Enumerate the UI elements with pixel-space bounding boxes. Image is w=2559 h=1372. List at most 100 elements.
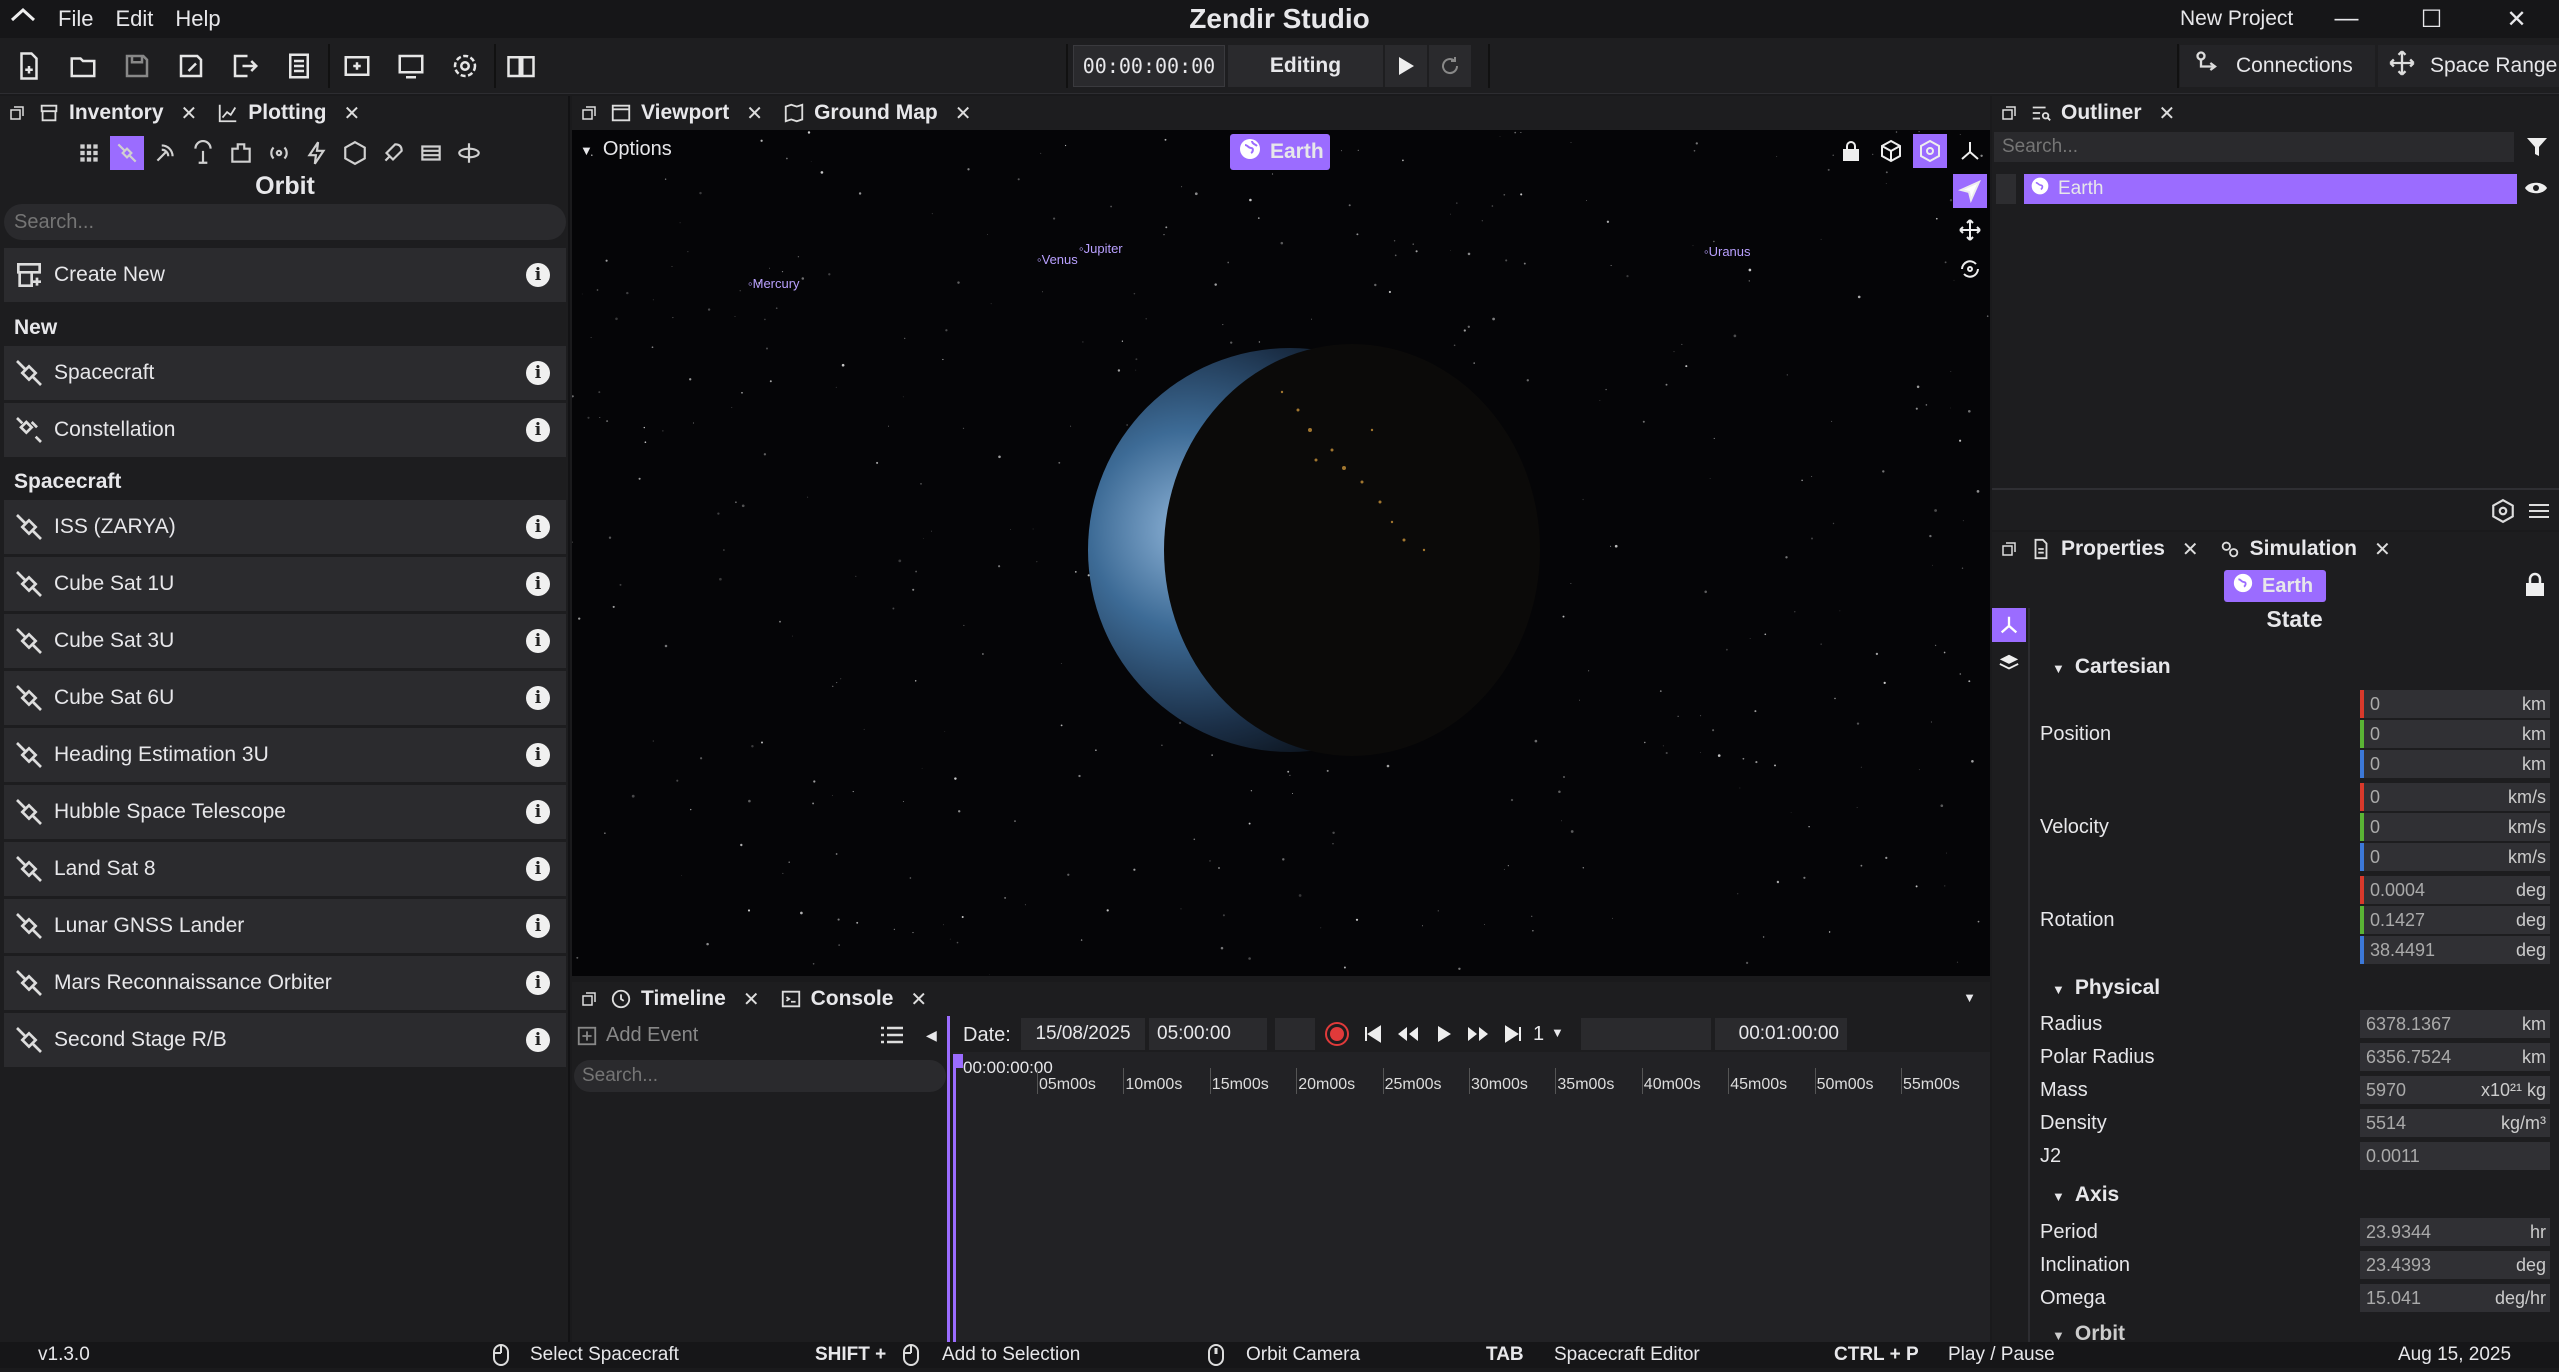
speed-value[interactable]: 1 — [1533, 1023, 1544, 1046]
panel-add-icon[interactable] — [6, 102, 28, 124]
reset-icon[interactable] — [1429, 45, 1471, 87]
tab-viewport[interactable]: Viewport ✕ — [600, 96, 773, 130]
hierarchy-settings-icon[interactable] — [2490, 498, 2516, 529]
new-file-icon[interactable] — [10, 47, 48, 85]
list-view-icon[interactable] — [879, 1024, 905, 1051]
cube-view-icon[interactable] — [1874, 134, 1908, 168]
position-x-field[interactable]: 0 km — [2360, 690, 2550, 718]
velocity-x-field[interactable]: 0 km/s — [2360, 783, 2550, 811]
inventory-item-constellation[interactable]: Constellation i — [4, 403, 566, 457]
tab-console[interactable]: Console ✕ — [770, 982, 938, 1016]
outliner-search-input[interactable] — [1994, 132, 2514, 162]
tab-simulation[interactable]: Simulation ✕ — [2209, 532, 2401, 566]
lock-icon[interactable] — [2524, 572, 2546, 603]
mode-indicator[interactable]: Editing — [1228, 45, 1383, 87]
duration-field[interactable]: 00:01:00:00 — [1715, 1018, 1847, 1050]
property-field[interactable]: 6378.1367 km — [2360, 1010, 2550, 1038]
camera-mode-icon[interactable] — [1913, 134, 1947, 168]
playhead[interactable] — [953, 1054, 956, 1342]
maximize-button[interactable]: ☐ — [2389, 0, 2474, 38]
outliner-item-earth[interactable]: Earth — [2024, 174, 2517, 204]
close-tab-icon[interactable]: ✕ — [955, 101, 972, 126]
filter-icon[interactable] — [2526, 136, 2548, 163]
section-axis[interactable]: ▼ Axis — [2052, 1183, 2119, 1207]
skip-start-icon[interactable] — [1363, 1024, 1383, 1049]
settings-gear-icon[interactable] — [446, 47, 484, 85]
info-icon[interactable]: i — [526, 857, 550, 881]
close-tab-icon[interactable]: ✕ — [2374, 537, 2391, 562]
monitor-icon[interactable] — [392, 47, 430, 85]
rocket-filter-icon[interactable] — [376, 136, 410, 170]
visibility-eye-icon[interactable] — [2524, 178, 2548, 203]
inventory-item-spacecraft-model[interactable]: Mars Reconnaissance Orbiter i — [4, 956, 566, 1010]
panel-menu-caret-icon[interactable]: ▼ — [1963, 990, 1976, 1005]
add-event-button[interactable]: Add Event — [576, 1024, 698, 1047]
navigate-icon[interactable] — [1953, 174, 1987, 208]
property-field[interactable]: 15.041 deg/hr — [2360, 1284, 2550, 1312]
inventory-item-spacecraft-model[interactable]: Cube Sat 1U i — [4, 557, 566, 611]
info-icon[interactable]: i — [526, 572, 550, 596]
close-tab-icon[interactable]: ✕ — [746, 101, 763, 126]
date-field[interactable]: 15/08/2025 — [1021, 1018, 1145, 1050]
info-icon[interactable]: i — [526, 361, 550, 385]
open-folder-icon[interactable] — [64, 47, 102, 85]
info-icon[interactable]: i — [526, 914, 550, 938]
orbit-filter-icon[interactable] — [452, 136, 486, 170]
rotation-z-field[interactable]: 38.4491 deg — [2360, 936, 2550, 964]
position-y-field[interactable]: 0 km — [2360, 720, 2550, 748]
panel-add-icon[interactable] — [578, 102, 600, 124]
close-tab-icon[interactable]: ✕ — [343, 101, 360, 126]
velocity-y-field[interactable]: 0 km/s — [2360, 813, 2550, 841]
record-icon[interactable] — [1323, 1020, 1351, 1048]
info-icon[interactable]: i — [526, 418, 550, 442]
info-icon[interactable]: i — [526, 743, 550, 767]
property-field[interactable]: 6356.7524 km — [2360, 1043, 2550, 1071]
section-cartesian[interactable]: ▼ Cartesian — [2052, 655, 2171, 679]
close-window-button[interactable]: ✕ — [2474, 0, 2559, 38]
panel-add-icon[interactable] — [578, 988, 600, 1010]
section-physical[interactable]: ▼ Physical — [2052, 976, 2160, 1000]
inventory-item-spacecraft-model[interactable]: Land Sat 8 i — [4, 842, 566, 896]
power-filter-icon[interactable] — [300, 136, 334, 170]
close-tab-icon[interactable]: ✕ — [743, 987, 760, 1012]
space-range-button[interactable]: Space Range — [2378, 45, 2559, 87]
grid-filter-icon[interactable] — [72, 136, 106, 170]
tab-ground-map[interactable]: Ground Map ✕ — [773, 96, 981, 130]
solar-panel-filter-icon[interactable] — [414, 136, 448, 170]
inventory-item-spacecraft-model[interactable]: Hubble Space Telescope i — [4, 785, 566, 839]
close-tab-icon[interactable]: ✕ — [181, 101, 198, 126]
timeline-play-icon[interactable] — [1435, 1024, 1453, 1049]
event-search-input[interactable] — [574, 1060, 946, 1092]
section-orbit[interactable]: ▼ Orbit — [2052, 1322, 2125, 1342]
skip-end-icon[interactable] — [1503, 1024, 1523, 1049]
tab-inventory[interactable]: Inventory ✕ — [28, 96, 207, 130]
minimize-button[interactable]: — — [2304, 0, 2389, 38]
timeline-track[interactable]: Date: 15/08/2025 05:00:00 1 ▼ 00:01:00:0… — [953, 1016, 1990, 1342]
collapse-caret-icon[interactable]: ◀ — [926, 1027, 937, 1044]
close-tab-icon[interactable]: ✕ — [910, 987, 927, 1012]
create-new-item[interactable]: Create New i — [4, 248, 566, 302]
position-z-field[interactable]: 0 km — [2360, 750, 2550, 778]
planet-label-uranus[interactable]: ◦Uranus — [1704, 244, 1751, 259]
info-icon[interactable]: i — [526, 263, 550, 287]
documentation-book-icon[interactable] — [502, 47, 540, 85]
property-field[interactable]: 23.4393 deg — [2360, 1251, 2550, 1279]
rotate-icon[interactable] — [1953, 252, 1987, 286]
rotation-y-field[interactable]: 0.1427 deg — [2360, 906, 2550, 934]
inventory-item-spacecraft-model[interactable]: ISS (ZARYA) i — [4, 500, 566, 554]
info-icon[interactable]: i — [526, 515, 550, 539]
add-window-icon[interactable] — [338, 47, 376, 85]
antenna-filter-icon[interactable] — [148, 136, 182, 170]
export-icon[interactable] — [226, 47, 264, 85]
signal-filter-icon[interactable] — [262, 136, 296, 170]
inventory-item-spacecraft-model[interactable]: Lunar GNSS Lander i — [4, 899, 566, 953]
layers-category-icon[interactable] — [1992, 646, 2026, 680]
property-field[interactable]: 23.9344 hr — [2360, 1218, 2550, 1246]
info-icon[interactable]: i — [526, 1028, 550, 1052]
inventory-item-spacecraft-model[interactable]: Cube Sat 6U i — [4, 671, 566, 725]
planet-label-venus[interactable]: ◦Venus — [1037, 252, 1078, 267]
rewind-icon[interactable] — [1397, 1024, 1419, 1049]
rotation-x-field[interactable]: 0.0004 deg — [2360, 876, 2550, 904]
play-icon[interactable] — [1385, 45, 1427, 87]
panel-add-icon[interactable] — [1998, 538, 2020, 560]
